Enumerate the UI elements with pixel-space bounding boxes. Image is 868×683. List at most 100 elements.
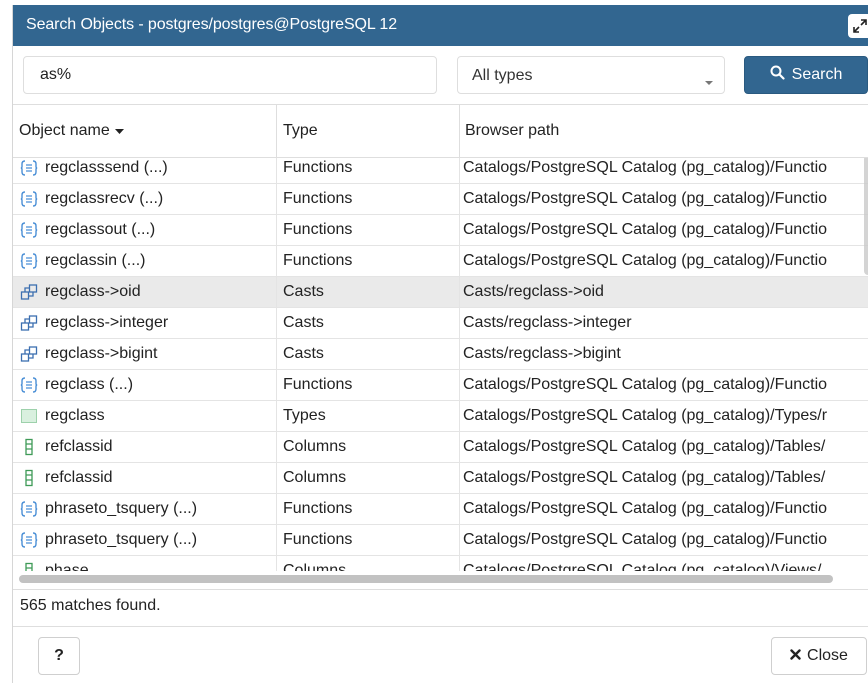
- cell-browser-path: Catalogs/PostgreSQL Catalog (pg_catalog)…: [459, 184, 868, 214]
- search-input[interactable]: [23, 56, 437, 94]
- sort-descending-icon: [114, 126, 124, 137]
- table-row[interactable]: regclass->integer Casts Casts/regclass->in…: [13, 308, 868, 339]
- cell-browser-path: Catalogs/PostgreSQL Catalog (pg_catalog)…: [459, 401, 868, 431]
- cast-icon: [20, 283, 38, 301]
- cell-object-name: regclassin (...): [13, 246, 276, 276]
- search-button-label: Search: [791, 66, 843, 83]
- cell-browser-path: Catalogs/PostgreSQL Catalog (pg_catalog)…: [459, 525, 868, 555]
- column-header-object-name[interactable]: Object name: [13, 105, 276, 157]
- object-name-text: regclassin (...): [45, 252, 146, 269]
- table-row[interactable]: phraseto_tsquery (...) Functions Catalogs/…: [13, 525, 868, 556]
- cell-type: Casts: [276, 308, 459, 338]
- maximize-icon[interactable]: [848, 14, 868, 38]
- cell-browser-path: Catalogs/PostgreSQL Catalog (pg_catalog)…: [459, 463, 868, 493]
- cast-icon: [20, 345, 38, 363]
- column-header-browser-path[interactable]: Browser path: [459, 105, 868, 157]
- object-name-text: phraseto_tsquery (...): [45, 531, 198, 548]
- cell-object-name: regclassout (...): [13, 215, 276, 245]
- table-row[interactable]: regclass Types Catalogs/PostgreSQL Catalog…: [13, 401, 868, 432]
- cell-object-name: regclass: [13, 401, 276, 431]
- object-name-text: refclassid: [45, 438, 113, 455]
- cell-browser-path: Catalogs/PostgreSQL Catalog (pg_catalog)…: [459, 494, 868, 524]
- function-icon: [20, 159, 38, 177]
- horizontal-scrollbar[interactable]: [19, 575, 833, 583]
- type-select[interactable]: All types: [457, 56, 725, 94]
- cell-browser-path: Catalogs/PostgreSQL Catalog (pg_catalog)…: [459, 556, 868, 571]
- cell-object-name: refclassid: [13, 432, 276, 462]
- cell-type: Types: [276, 401, 459, 431]
- cell-browser-path: Casts/regclass->integer: [459, 308, 868, 338]
- object-name-text: regclass: [45, 407, 105, 424]
- table-row[interactable]: regclass->bigint Casts Casts/regclass->big…: [13, 339, 868, 370]
- table-row[interactable]: refclassid Columns Catalogs/PostgreSQL Cat…: [13, 432, 868, 463]
- object-name-text: regclassout (...): [45, 221, 156, 238]
- cell-type: Columns: [276, 556, 459, 571]
- object-name-text: phraseto_tsquery (...): [45, 500, 198, 517]
- cell-browser-path: Catalogs/PostgreSQL Catalog (pg_catalog)…: [459, 215, 868, 245]
- table-row[interactable]: regclass->oid Casts Casts/regclass->oid: [13, 277, 868, 308]
- function-icon: [20, 190, 38, 208]
- object-name-text: regclasssend (...): [45, 159, 168, 176]
- table-row[interactable]: regclass (...) Functions Catalogs/PostgreS…: [13, 370, 868, 401]
- close-icon: [790, 647, 801, 665]
- cell-object-name: phraseto_tsquery (...): [13, 494, 276, 524]
- cell-browser-path: Catalogs/PostgreSQL Catalog (pg_catalog)…: [459, 246, 868, 276]
- cell-type: Functions: [276, 215, 459, 245]
- results-grid: Object name Type Browser path regclassse…: [13, 104, 868, 590]
- cell-object-name: phraseto_tsquery (...): [13, 525, 276, 555]
- help-button[interactable]: ?: [38, 637, 80, 675]
- column-icon: [20, 469, 38, 487]
- cell-object-name: regclassrecv (...): [13, 184, 276, 214]
- cell-object-name: regclass->bigint: [13, 339, 276, 369]
- cell-object-name: phase: [13, 556, 276, 571]
- search-button[interactable]: Search: [744, 56, 868, 94]
- vertical-scrollbar[interactable]: [864, 155, 868, 275]
- type-icon: [20, 407, 38, 425]
- cell-object-name: refclassid: [13, 463, 276, 493]
- function-icon: [20, 376, 38, 394]
- cell-type: Columns: [276, 463, 459, 493]
- table-row[interactable]: regclassrecv (...) Functions Catalogs/Post…: [13, 184, 868, 215]
- results-header: Object name Type Browser path: [13, 105, 868, 158]
- object-name-text: regclass (...): [45, 376, 134, 393]
- object-name-text: refclassid: [45, 469, 113, 486]
- function-icon: [20, 500, 38, 518]
- function-icon: [20, 252, 38, 270]
- cell-browser-path: Catalogs/PostgreSQL Catalog (pg_catalog)…: [459, 370, 868, 400]
- search-objects-dialog: Search Objects - postgres/postgres@Postg…: [12, 5, 868, 683]
- table-row[interactable]: phase Columns Catalogs/PostgreSQL Catalog …: [13, 556, 868, 571]
- cell-object-name: regclass->oid: [13, 277, 276, 307]
- table-row[interactable]: regclassout (...) Functions Catalogs/Postg…: [13, 215, 868, 246]
- table-row[interactable]: phraseto_tsquery (...) Functions Catalogs/…: [13, 494, 868, 525]
- table-row[interactable]: regclassin (...) Functions Catalogs/Postgr…: [13, 246, 868, 277]
- cell-browser-path: Casts/regclass->oid: [459, 277, 868, 307]
- cell-object-name: regclass->integer: [13, 308, 276, 338]
- table-row[interactable]: refclassid Columns Catalogs/PostgreSQL Cat…: [13, 463, 868, 494]
- cell-type: Functions: [276, 370, 459, 400]
- function-icon: [20, 221, 38, 239]
- cell-type: Functions: [276, 246, 459, 276]
- cell-type: Columns: [276, 432, 459, 462]
- column-icon: [20, 562, 38, 571]
- cell-type: Casts: [276, 339, 459, 369]
- chevron-down-icon: [704, 73, 714, 91]
- object-name-text: regclass->oid: [45, 283, 141, 300]
- search-icon: [770, 65, 785, 85]
- cell-browser-path: Casts/regclass->bigint: [459, 339, 868, 369]
- cell-type: Casts: [276, 277, 459, 307]
- cast-icon: [20, 314, 38, 332]
- cell-type: Functions: [276, 494, 459, 524]
- column-header-label: Type: [283, 122, 318, 139]
- object-name-text: phase: [45, 562, 89, 571]
- close-button-label: Close: [807, 647, 848, 664]
- dialog-titlebar[interactable]: Search Objects - postgres/postgres@Postg…: [13, 5, 868, 46]
- function-icon: [20, 531, 38, 549]
- object-name-text: regclass->integer: [45, 314, 169, 331]
- object-name-text: regclassrecv (...): [45, 190, 164, 207]
- column-header-type[interactable]: Type: [276, 105, 459, 157]
- close-button[interactable]: Close: [771, 637, 867, 675]
- column-header-label: Browser path: [465, 122, 560, 139]
- type-select-value: All types: [472, 67, 533, 84]
- object-name-text: regclass->bigint: [45, 345, 158, 362]
- cell-type: Functions: [276, 525, 459, 555]
